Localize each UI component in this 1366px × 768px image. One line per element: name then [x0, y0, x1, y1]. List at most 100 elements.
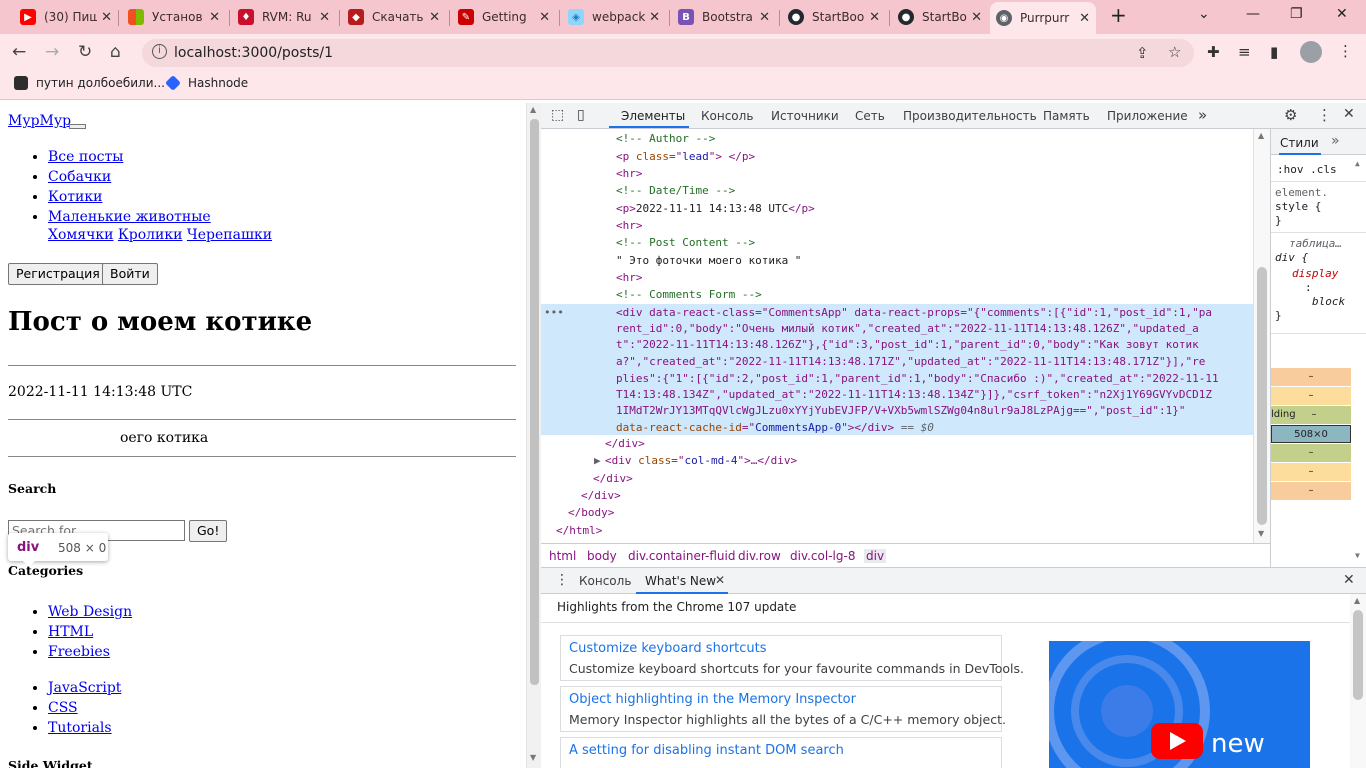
- nav-link-cats[interactable]: Котики: [48, 189, 102, 205]
- breadcrumb-item[interactable]: div.col-lg-8: [790, 549, 855, 563]
- extensions-icon[interactable]: ✚: [1207, 43, 1220, 61]
- tab-rvm[interactable]: ♦ RVM: Ru ✕: [232, 4, 336, 30]
- kebab-menu-icon[interactable]: ⋮: [1317, 106, 1332, 124]
- elements-scrollbar[interactable]: ▲ ▼: [1253, 129, 1270, 543]
- info-icon[interactable]: i: [152, 44, 167, 59]
- code-line[interactable]: <p>2022-11-11 14:13:48 UTC</p>: [616, 200, 815, 217]
- category-link[interactable]: CSS: [48, 700, 78, 716]
- device-toolbar-icon[interactable]: ▯: [577, 107, 585, 123]
- tab-microsoft[interactable]: Установ ✕: [122, 4, 226, 30]
- tab-console[interactable]: Консоль: [701, 109, 753, 123]
- forward-icon[interactable]: →: [45, 42, 59, 62]
- tab-purrpurr[interactable]: ◉ Purrpurr ✕: [990, 2, 1096, 34]
- subnav-link-hamsters[interactable]: Хомячки: [48, 227, 113, 243]
- scroll-thumb[interactable]: [1257, 267, 1267, 525]
- breadcrumb-item[interactable]: div.row: [738, 549, 781, 563]
- drawer-tab-whats-new[interactable]: What's New: [645, 574, 716, 588]
- menu-icon[interactable]: ⋮: [1338, 42, 1353, 60]
- code-line[interactable]: <div class="col-md-4">…</div>: [605, 452, 797, 469]
- bookmark-item[interactable]: путин долбоебили...: [14, 76, 165, 90]
- style-property[interactable]: display: [1292, 267, 1338, 281]
- styles-filter[interactable]: :hov .cls: [1277, 163, 1337, 177]
- close-devtools-icon[interactable]: ✕: [1343, 106, 1355, 122]
- selected-node-line[interactable]: rent_id":0,"body":"Очень милый котик","c…: [616, 320, 1199, 337]
- tab-webpack[interactable]: ◈ webpack ✕: [562, 4, 666, 30]
- code-line[interactable]: <!-- Date/Time -->: [616, 182, 735, 199]
- feature-card[interactable]: Customize keyboard shortcuts Customize k…: [560, 635, 1024, 681]
- breadcrumb-item[interactable]: div: [864, 549, 887, 563]
- gear-icon[interactable]: ⚙: [1284, 106, 1297, 124]
- selected-node-line[interactable]: T14:13:48.134Z","updated_at":"2022-11-11…: [616, 386, 1212, 403]
- breadcrumb-item[interactable]: div.container-fluid: [628, 549, 735, 563]
- close-window-button[interactable]: ✕: [1336, 6, 1348, 22]
- category-link[interactable]: HTML: [48, 624, 93, 640]
- close-icon[interactable]: ✕: [971, 10, 982, 25]
- tab-sources[interactable]: Источники: [771, 109, 839, 123]
- category-link[interactable]: Freebies: [48, 644, 110, 660]
- close-icon[interactable]: ✕: [539, 10, 550, 25]
- close-icon[interactable]: ✕: [715, 573, 725, 587]
- style-value[interactable]: block: [1312, 295, 1345, 309]
- drawer-scrollbar[interactable]: ▲: [1350, 594, 1366, 768]
- selected-node-line[interactable]: а?","created_at":"2022-11-11T14:13:48.17…: [616, 353, 1205, 370]
- minimize-button[interactable]: —: [1246, 6, 1260, 22]
- selected-node-line[interactable]: 1IMdT2WrJY13MTqQVlcWgJLzu0xYYjYubEVJFP/V…: [616, 402, 1186, 419]
- code-line[interactable]: <hr>: [616, 165, 643, 182]
- close-icon[interactable]: ✕: [101, 10, 112, 25]
- expand-triangle-icon[interactable]: ▶: [594, 452, 601, 469]
- feature-card[interactable]: Object highlighting in the Memory Inspec…: [560, 686, 1006, 732]
- feature-card[interactable]: A setting for disabling instant DOM sear…: [560, 737, 1002, 768]
- close-icon[interactable]: ✕: [1079, 11, 1090, 26]
- home-icon[interactable]: ⌂: [110, 42, 121, 62]
- tab-styles[interactable]: Стили: [1280, 136, 1319, 150]
- tab-youtube[interactable]: ▶ (30) Пиш ✕: [14, 4, 118, 30]
- url-text[interactable]: localhost:3000/posts/1: [174, 45, 333, 61]
- code-line[interactable]: </div>: [593, 470, 633, 487]
- tab-startbootstrap-2[interactable]: ● StartBoo ✕: [892, 4, 988, 30]
- drawer-tab-console[interactable]: Консоль: [579, 574, 631, 588]
- media-icon[interactable]: ≡: [1238, 43, 1251, 61]
- address-bar[interactable]: i localhost:3000/posts/1 ⇪ ☆: [142, 39, 1194, 67]
- feature-card-title[interactable]: Customize keyboard shortcuts: [569, 641, 766, 656]
- code-line[interactable]: <!-- Post Content -->: [616, 234, 755, 251]
- scroll-thumb[interactable]: [1353, 610, 1363, 700]
- code-line[interactable]: " Это фоточки моего котика ": [616, 252, 801, 269]
- code-line[interactable]: <hr>: [616, 217, 643, 234]
- side-panel-icon[interactable]: ▮: [1270, 43, 1278, 61]
- tab-startbootstrap-1[interactable]: ● StartBoo ✕: [782, 4, 886, 30]
- category-link[interactable]: Web Design: [48, 604, 132, 620]
- close-icon[interactable]: ✕: [429, 10, 440, 25]
- code-line[interactable]: <!-- Comments Form -->: [616, 286, 762, 303]
- breadcrumb-item[interactable]: html: [549, 549, 576, 563]
- tab-performance[interactable]: Производительность: [903, 109, 1037, 123]
- code-line[interactable]: </html>: [556, 522, 602, 539]
- feature-card-title[interactable]: A setting for disabling instant DOM sear…: [569, 743, 844, 758]
- tab-bootstrap[interactable]: B Bootstra ✕: [672, 4, 776, 30]
- tab-memory[interactable]: Память: [1043, 109, 1090, 123]
- promo-video-thumbnail[interactable]: new: [1049, 641, 1310, 768]
- code-line[interactable]: <hr>: [616, 269, 643, 286]
- bookmark-item[interactable]: Hashnode: [165, 75, 248, 91]
- search-go-button[interactable]: Go!: [189, 520, 228, 542]
- tab-elements[interactable]: Элементы: [621, 109, 685, 123]
- nav-link-small-animals[interactable]: Маленькие животные: [48, 209, 211, 225]
- close-icon[interactable]: ✕: [649, 10, 660, 25]
- close-drawer-icon[interactable]: ✕: [1343, 572, 1355, 588]
- inspect-element-icon[interactable]: ⬚: [551, 107, 564, 123]
- category-link[interactable]: JavaScript: [48, 680, 121, 696]
- tab-getting-started[interactable]: ✎ Getting ✕: [452, 4, 556, 30]
- close-icon[interactable]: ✕: [869, 10, 880, 25]
- feature-card-title[interactable]: Object highlighting in the Memory Inspec…: [569, 692, 856, 707]
- back-icon[interactable]: ←: [12, 42, 26, 62]
- close-icon[interactable]: ✕: [319, 10, 330, 25]
- profile-avatar[interactable]: [1300, 41, 1322, 63]
- brand-link[interactable]: МурМур: [8, 113, 71, 129]
- selected-node-line[interactable]: data-react-cache-id="CommentsApp-0"></di…: [616, 419, 934, 436]
- share-icon[interactable]: ⇪: [1136, 44, 1149, 62]
- close-icon[interactable]: ✕: [759, 10, 770, 25]
- page-scrollbar[interactable]: ▲ ▼: [526, 103, 541, 768]
- scroll-thumb[interactable]: [530, 119, 539, 685]
- login-button[interactable]: Войти: [102, 263, 158, 285]
- close-icon[interactable]: ✕: [209, 10, 220, 25]
- nav-link-all[interactable]: Все посты: [48, 149, 123, 165]
